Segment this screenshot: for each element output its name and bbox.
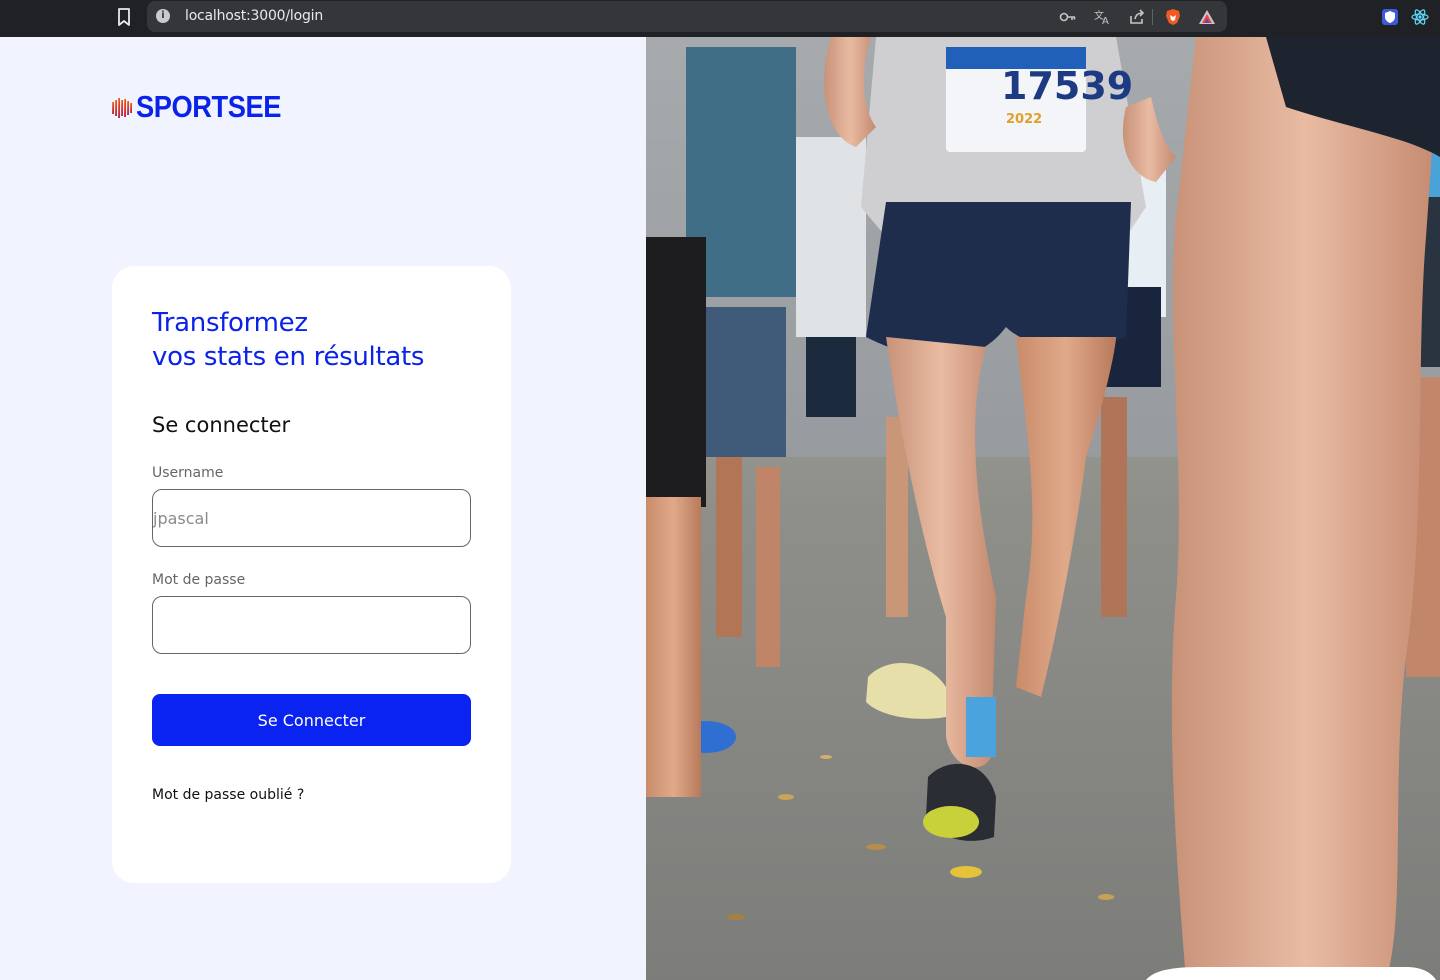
login-card: Transformez vos stats en résultats Se co… [112, 266, 511, 883]
username-input[interactable] [152, 489, 471, 547]
bookmark-icon[interactable] [113, 6, 135, 28]
login-panel: SPORTSEE Transformez vos stats en résult… [0, 37, 646, 980]
info-icon[interactable]: i [156, 9, 170, 23]
address-bar[interactable]: i localhost:3000/login 文 A [147, 1, 1227, 32]
divider [1152, 9, 1153, 25]
brand-logo[interactable]: SPORTSEE [112, 89, 301, 125]
bib-number: 17539 [1001, 64, 1133, 108]
brave-shield-icon[interactable] [1164, 8, 1182, 26]
react-devtools-icon[interactable] [1411, 8, 1429, 26]
form-title: Se connecter [152, 413, 291, 437]
marathon-photo: 17539 2022 [646, 37, 1440, 980]
share-icon[interactable] [1127, 7, 1147, 27]
extension-shield-icon[interactable] [1381, 8, 1399, 26]
headline-line-1: Transformez [152, 308, 308, 338]
username-label: Username [152, 465, 224, 481]
translate-icon[interactable]: 文 A [1093, 7, 1113, 27]
brand-name: SPORTSEE [136, 89, 282, 124]
login-button[interactable]: Se Connecter [152, 694, 471, 746]
password-label: Mot de passe [152, 572, 246, 588]
brave-rewards-icon[interactable] [1198, 8, 1216, 26]
hero-image: 17539 2022 [646, 37, 1440, 980]
bib-year: 2022 [1006, 112, 1042, 127]
sportsee-logo-icon [112, 98, 132, 118]
svg-text:A: A [1102, 16, 1109, 27]
forgot-password-link[interactable]: Mot de passe oublié ? [152, 787, 304, 803]
headline-line-2: vos stats en résultats [152, 342, 425, 372]
browser-toolbar: i localhost:3000/login 文 A [0, 0, 1440, 37]
key-icon[interactable] [1058, 7, 1078, 27]
page-title: Transformez vos stats en résultats [152, 306, 424, 374]
password-input[interactable] [152, 596, 471, 654]
url-text[interactable]: localhost:3000/login [185, 8, 323, 24]
